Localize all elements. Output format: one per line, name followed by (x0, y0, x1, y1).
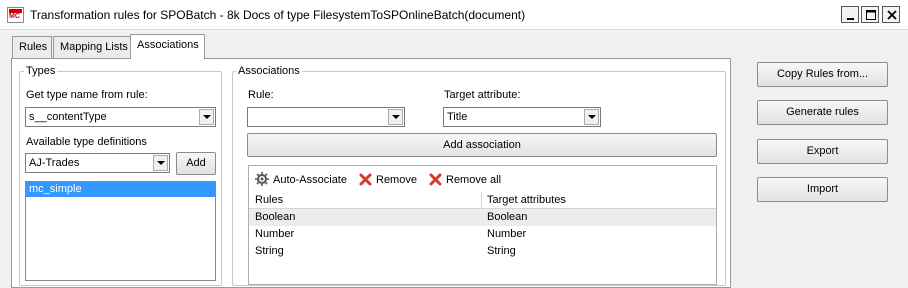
tab-mapping-lists[interactable]: Mapping Lists (53, 36, 131, 58)
auto-associate-button[interactable]: Auto-Associate (255, 172, 347, 188)
close-icon (887, 10, 897, 20)
rule-dropdown-button[interactable] (388, 109, 403, 125)
remove-all-button[interactable]: Remove all (429, 172, 501, 188)
get-type-label: Get type name from rule: (26, 89, 148, 101)
table-row[interactable]: Number Number (249, 226, 716, 243)
export-button[interactable]: Export (757, 139, 888, 164)
remove-label: Remove (376, 174, 417, 186)
remove-icon (359, 173, 372, 186)
type-definitions-list[interactable]: mc_simple (25, 181, 216, 281)
copy-rules-label: Copy Rules from... (776, 68, 869, 80)
rule-combo[interactable] (247, 107, 405, 127)
row-target: Number (487, 228, 527, 240)
remove-all-icon (429, 173, 442, 186)
app-icon: MC (7, 7, 24, 23)
table-row[interactable]: Boolean Boolean (249, 209, 716, 226)
get-type-dropdown-button[interactable] (199, 109, 214, 125)
tab-associations-label: Associations (137, 39, 199, 51)
tab-associations[interactable]: Associations (130, 34, 205, 59)
title-bar: MC Transformation rules for SPOBatch - 8… (0, 0, 908, 30)
add-association-label: Add association (443, 139, 521, 151)
row-rule: Number (255, 228, 295, 240)
export-label: Export (806, 145, 839, 157)
chevron-down-icon (392, 115, 400, 119)
row-target: String (487, 245, 516, 257)
row-rule: String (255, 245, 284, 257)
tab-rules-label: Rules (19, 41, 48, 53)
maximize-button[interactable] (861, 6, 879, 23)
add-type-label: Add (186, 157, 206, 169)
generate-rules-label: Generate rules (786, 106, 859, 118)
get-type-value: s__contentType (29, 111, 107, 123)
minimize-icon (847, 18, 854, 20)
available-types-value: AJ-Trades (29, 157, 80, 169)
tab-rules[interactable]: Rules (12, 36, 52, 58)
remove-all-label: Remove all (446, 174, 502, 186)
row-rule: Boolean (255, 211, 296, 223)
generate-rules-button[interactable]: Generate rules (757, 100, 888, 125)
remove-button[interactable]: Remove (359, 172, 417, 188)
chevron-down-icon (157, 161, 165, 165)
row-target: Boolean (487, 211, 528, 223)
rule-label: Rule: (248, 89, 274, 101)
target-attribute-value: Title (447, 111, 468, 123)
maximize-icon (866, 10, 876, 20)
target-attribute-combo[interactable]: Title (443, 107, 601, 127)
auto-associate-label: Auto-Associate (273, 174, 347, 186)
copy-rules-button[interactable]: Copy Rules from... (757, 62, 888, 87)
types-group-label: Types (24, 64, 58, 78)
gear-icon (255, 172, 269, 186)
window-title: Transformation rules for SPOBatch - 8k D… (30, 8, 526, 22)
get-type-combo[interactable]: s__contentType (25, 107, 216, 127)
list-item-mc-simple[interactable]: mc_simple (26, 182, 215, 197)
available-types-combo[interactable]: AJ-Trades (25, 153, 170, 173)
associations-panel: Auto-Associate Remove Remove all Rules T… (248, 165, 717, 285)
associations-header: Rules Target attributes (249, 192, 716, 209)
import-button[interactable]: Import (757, 177, 888, 202)
minimize-button[interactable] (841, 6, 859, 23)
associations-group-label: Associations (236, 64, 302, 78)
close-button[interactable] (882, 6, 900, 23)
available-types-label: Available type definitions (26, 136, 147, 148)
table-row[interactable]: String String (249, 243, 716, 260)
add-type-button[interactable]: Add (176, 152, 216, 175)
chevron-down-icon (588, 115, 596, 119)
chevron-down-icon (203, 115, 211, 119)
target-attribute-dropdown-button[interactable] (584, 109, 599, 125)
column-header-target-attributes[interactable]: Target attributes (487, 193, 566, 208)
available-types-dropdown-button[interactable] (153, 155, 168, 171)
import-label: Import (806, 183, 839, 195)
tab-mapping-lists-label: Mapping Lists (60, 41, 128, 53)
add-association-button[interactable]: Add association (247, 133, 717, 157)
app-icon-text: MC (9, 13, 20, 20)
target-attribute-label: Target attribute: (444, 89, 521, 101)
column-header-rules[interactable]: Rules (255, 193, 283, 208)
